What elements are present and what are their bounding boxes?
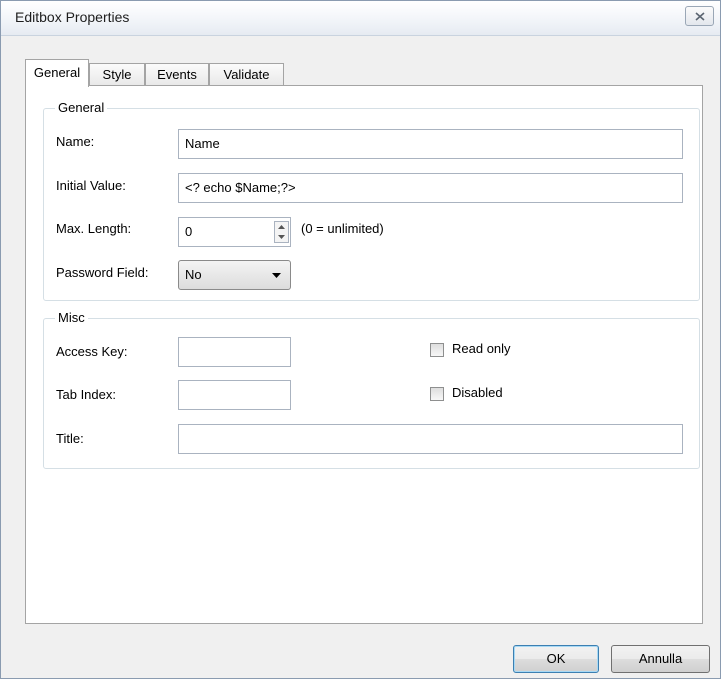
title-input[interactable] (178, 424, 683, 454)
name-input[interactable]: Name (178, 129, 683, 159)
misc-group: Misc Access Key: Tab Index: Title: Read … (43, 310, 700, 469)
close-icon (695, 12, 705, 21)
close-button[interactable] (685, 6, 714, 26)
tab-validate[interactable]: Validate (209, 63, 284, 86)
general-group: General Name: Name Initial Value: <? ech… (43, 100, 700, 301)
disabled-checkbox[interactable] (430, 387, 444, 401)
read-only-label[interactable]: Read only (452, 341, 511, 356)
max-length-label: Max. Length: (56, 221, 132, 236)
window-title: Editbox Properties (15, 9, 130, 25)
password-field-select[interactable]: No (178, 260, 291, 290)
editbox-properties-dialog: Editbox Properties General Style Events … (0, 0, 721, 679)
tab-index-input[interactable] (178, 380, 291, 410)
general-group-title: General (55, 100, 108, 115)
tab-events[interactable]: Events (145, 63, 209, 86)
disabled-label[interactable]: Disabled (452, 385, 503, 400)
chevron-down-icon (272, 273, 281, 278)
tab-style[interactable]: Style (89, 63, 145, 86)
max-length-stepper[interactable] (274, 221, 289, 243)
ok-button[interactable]: OK (513, 645, 599, 673)
max-length-hint: (0 = unlimited) (301, 221, 384, 236)
access-key-input[interactable] (178, 337, 291, 367)
password-field-value: No (185, 267, 202, 282)
access-key-label: Access Key: (56, 344, 128, 359)
initial-value-input[interactable]: <? echo $Name;?> (178, 173, 683, 203)
initial-value-label: Initial Value: (56, 178, 126, 193)
read-only-checkbox[interactable] (430, 343, 444, 357)
tab-index-label: Tab Index: (56, 387, 116, 402)
tab-panel-general: General Name: Name Initial Value: <? ech… (25, 85, 703, 624)
password-field-label: Password Field: (56, 265, 149, 280)
cancel-button[interactable]: Annulla (611, 645, 710, 673)
name-label: Name: (56, 134, 95, 149)
tab-general[interactable]: General (25, 59, 89, 87)
spin-down-icon[interactable] (275, 232, 288, 242)
spin-up-icon[interactable] (275, 222, 288, 232)
misc-group-title: Misc (55, 310, 88, 325)
title-bar[interactable]: Editbox Properties (1, 1, 720, 36)
title-label: Title: (56, 431, 84, 446)
